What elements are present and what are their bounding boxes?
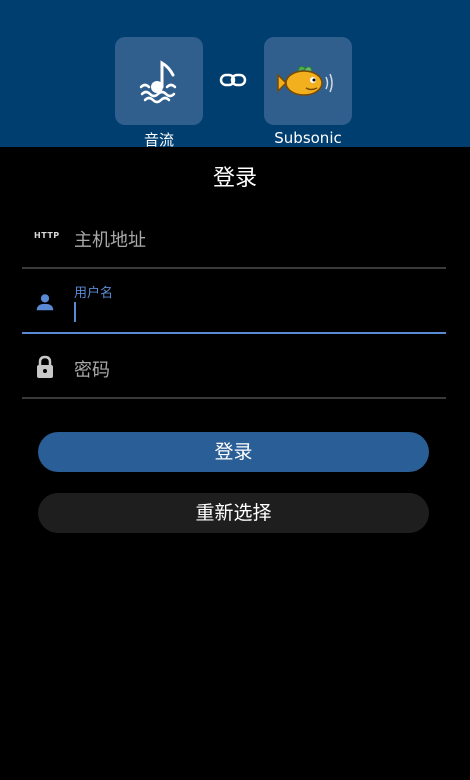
lock-icon xyxy=(37,355,53,378)
target-app-tile[interactable] xyxy=(264,37,352,125)
host-address-field[interactable]: HTTP 主机地址 xyxy=(22,205,446,269)
source-app-tile[interactable] xyxy=(115,37,203,125)
password-field-underline xyxy=(22,397,446,399)
app-header: 音流 Subsonic xyxy=(0,0,470,149)
username-field-underline xyxy=(22,332,446,334)
link-icon xyxy=(219,73,247,87)
host-field-underline xyxy=(22,267,446,269)
login-button[interactable]: 登录 xyxy=(38,432,429,472)
person-icon xyxy=(36,294,54,311)
host-address-placeholder: 主机地址 xyxy=(74,230,146,251)
reselect-button[interactable]: 重新选择 xyxy=(38,493,429,533)
username-label: 用户名 xyxy=(74,286,114,301)
http-icon: HTTP xyxy=(34,231,60,240)
password-placeholder: 密码 xyxy=(74,360,110,381)
source-app-label: 音流 xyxy=(143,131,174,149)
username-field[interactable]: 用户名 xyxy=(22,270,446,334)
password-field[interactable]: 密码 xyxy=(22,335,446,399)
target-app-label: Subsonic xyxy=(274,129,342,147)
text-cursor xyxy=(74,302,76,322)
music-note-waves-icon xyxy=(139,60,177,104)
page-title: 登录 xyxy=(212,166,257,191)
subsonic-fish-logo xyxy=(277,65,333,96)
